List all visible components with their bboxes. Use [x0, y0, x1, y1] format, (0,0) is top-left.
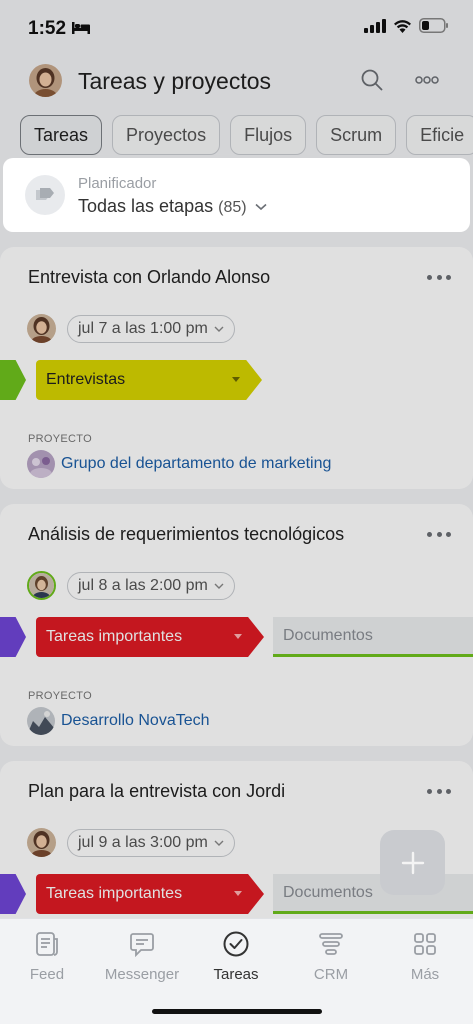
task-more-button[interactable] [427, 783, 451, 799]
responsible-avatar [27, 314, 56, 343]
tab-flujos[interactable]: Flujos [230, 115, 307, 155]
caret-down-icon [232, 377, 240, 382]
project-label: PROYECTO [28, 433, 92, 445]
wifi-icon [394, 19, 411, 33]
page-title: Tareas y proyectos [78, 68, 272, 94]
nav-label: Tareas [213, 966, 259, 983]
stage-row: Tareas importantes Documentos [0, 617, 473, 657]
project-link[interactable]: Grupo del departamento de marketing [61, 455, 331, 473]
crm-icon [316, 929, 346, 959]
nav-messenger[interactable]: Messenger [95, 929, 189, 983]
nav-tareas[interactable]: Tareas [189, 929, 283, 983]
previous-stage[interactable] [0, 617, 26, 657]
task-title: Plan para la entrevista con Jordi [28, 781, 286, 801]
current-stage[interactable]: Tareas importantes [36, 874, 264, 914]
responsible-avatar [27, 828, 56, 857]
plus-icon [401, 851, 424, 874]
chevron-down-icon [214, 583, 224, 589]
task-more-button[interactable] [427, 526, 451, 542]
next-stage-label: Documentos [283, 883, 373, 901]
caret-down-icon [234, 634, 242, 639]
status-time: 1:52 [28, 18, 67, 39]
responsible-avatar [27, 571, 56, 600]
planner-label: Planificador [78, 175, 157, 192]
planner-icon [25, 175, 65, 215]
section-tabs: Tareas Proyectos Flujos Scrum Eficie [20, 115, 473, 155]
add-task-button[interactable] [380, 830, 445, 895]
nav-label: Messenger [104, 966, 180, 983]
chevron-down-icon [214, 840, 224, 846]
caret-down-icon [234, 891, 242, 896]
deadline-text: jul 8 a las 2:00 pm [78, 577, 208, 594]
planner-stage-name: Todas las etapas [78, 196, 214, 216]
nav-crm[interactable]: CRM [284, 929, 378, 983]
task-card[interactable]: Entrevista con Orlando Alonso jul 7 a la… [0, 247, 473, 489]
nav-label: Feed [29, 966, 65, 983]
tab-proyectos[interactable]: Proyectos [112, 115, 221, 155]
planner-selector[interactable]: Planificador Todas las etapas (85) [3, 158, 470, 232]
tab-scrum[interactable]: Scrum [316, 115, 397, 155]
app-header: Tareas y proyectos [0, 56, 473, 106]
deadline-pill[interactable]: jul 8 a las 2:00 pm [67, 572, 235, 600]
current-stage[interactable]: Entrevistas [36, 360, 262, 400]
current-stage[interactable]: Tareas importantes [36, 617, 264, 657]
sleep-bed-icon [72, 22, 90, 34]
user-avatar-image [29, 64, 62, 97]
project-label: PROYECTO [28, 690, 92, 702]
nav-feed[interactable]: Feed [0, 929, 94, 983]
project-avatar [27, 707, 55, 735]
nav-label: Más [410, 966, 440, 983]
task-title: Análisis de requerimientos tecnológicos [28, 524, 345, 544]
task-more-button[interactable] [427, 269, 451, 285]
project-link[interactable]: Desarrollo NovaTech [61, 712, 210, 730]
tasks-check-icon [221, 929, 251, 959]
stage-row: Entrevistas [0, 360, 473, 400]
stage-label: Entrevistas [46, 371, 126, 388]
task-card[interactable]: Análisis de requerimientos tecnológicos … [0, 504, 473, 746]
status-bar: 1:52 [0, 0, 473, 56]
planner-stage-value[interactable]: Todas las etapas (85) [78, 196, 267, 217]
chevron-down-icon [214, 326, 224, 332]
tab-tareas[interactable]: Tareas [20, 115, 103, 155]
deadline-pill[interactable]: jul 9 a las 3:00 pm [67, 829, 235, 857]
nav-label: CRM [313, 966, 349, 983]
search-button[interactable] [356, 64, 388, 96]
stage-label: Tareas importantes [46, 885, 183, 902]
tab-eficiencia[interactable]: Eficie [406, 115, 473, 155]
chevron-down-icon [255, 204, 267, 211]
status-indicators [364, 18, 449, 33]
more-grid-icon [410, 929, 440, 959]
deadline-pill[interactable]: jul 7 a las 1:00 pm [67, 315, 235, 343]
planner-stage-count: (85) [218, 199, 247, 216]
deadline-text: jul 9 a las 3:00 pm [78, 834, 208, 851]
previous-stage[interactable] [0, 874, 26, 914]
feed-icon [32, 929, 62, 959]
more-options-button[interactable] [411, 64, 443, 96]
search-icon [361, 69, 383, 91]
bottom-navigation: Feed Messenger Tareas CRM Más [0, 918, 473, 1024]
messenger-icon [127, 929, 157, 959]
next-stage-label: Documentos [283, 626, 373, 644]
home-indicator[interactable] [152, 1009, 322, 1014]
user-avatar[interactable] [29, 64, 62, 97]
next-stage[interactable]: Documentos [273, 617, 473, 657]
deadline-text: jul 7 a las 1:00 pm [78, 320, 208, 337]
stage-label: Tareas importantes [46, 628, 183, 645]
task-title: Entrevista con Orlando Alonso [28, 267, 271, 287]
previous-stage[interactable] [0, 360, 26, 400]
nav-mas[interactable]: Más [378, 929, 472, 983]
signal-icon [364, 18, 386, 33]
more-horizontal-icon [415, 76, 439, 84]
project-avatar [27, 450, 55, 478]
battery-icon [419, 18, 448, 33]
